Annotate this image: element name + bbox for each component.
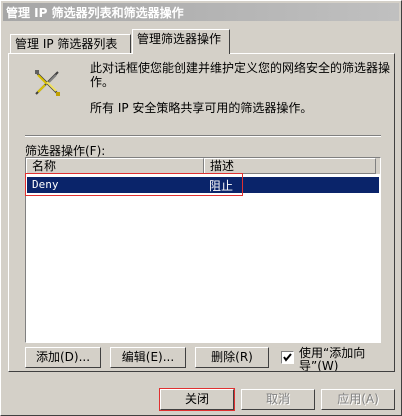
dialog-window: 管理 IP 筛选器列表和筛选器操作 管理 IP 筛选器列表 管理筛选器操作 此对… (0, 0, 402, 416)
tab-filter-actions[interactable]: 管理筛选器操作 (132, 29, 230, 54)
cancel-button[interactable]: 取消 (241, 389, 315, 410)
tab-label: 管理筛选器操作 (137, 32, 222, 46)
tab-label: 管理 IP 筛选器列表 (15, 37, 118, 51)
tab-panel (8, 53, 395, 372)
close-button[interactable]: 关闭 (160, 389, 234, 410)
tab-filter-lists[interactable]: 管理 IP 筛选器列表 (10, 34, 131, 54)
window-title: 管理 IP 筛选器列表和筛选器操作 (6, 6, 184, 20)
apply-button[interactable]: 应用(A) (321, 389, 395, 410)
title-bar[interactable]: 管理 IP 筛选器列表和筛选器操作 (3, 3, 399, 21)
